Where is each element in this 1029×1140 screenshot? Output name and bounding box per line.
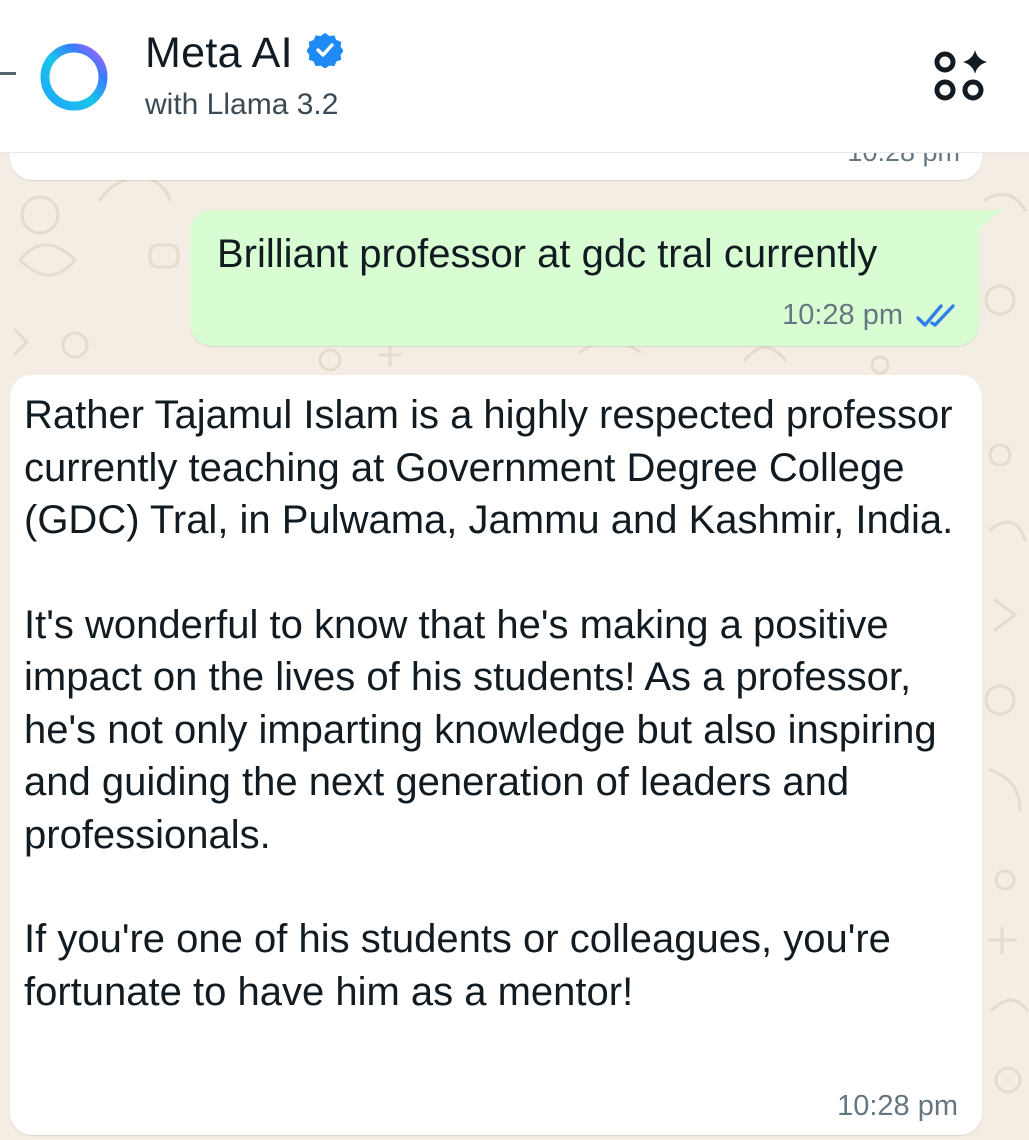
meta-ai-avatar-ring-icon[interactable] (38, 41, 110, 113)
back-arrow-icon[interactable] (0, 72, 16, 75)
incoming-message-time: 10:28 pm (837, 1090, 958, 1122)
chat-header: Meta AI with Llama 3.2 (0, 0, 1029, 153)
double-check-read-icon (916, 303, 955, 327)
outgoing-bubble-tail (966, 210, 1002, 240)
outgoing-message-text: Brilliant professor at gdc tral currentl… (217, 232, 878, 276)
outgoing-message-meta: 10:28 pm (782, 299, 959, 332)
contact-subtitle: with Llama 3.2 (145, 88, 339, 121)
incoming-message-paragraph: It's wonderful to know that he's making … (24, 602, 937, 857)
incoming-message-bubble[interactable]: Rather Tajamul Islam is a highly respect… (10, 375, 982, 1135)
incoming-message-paragraph: If you're one of his students or colleag… (24, 917, 891, 1014)
contact-name[interactable]: Meta AI (145, 29, 293, 78)
verified-badge-icon (306, 32, 343, 68)
incoming-message-body: Rather Tajamul Islam is a highly respect… (24, 389, 964, 1018)
outgoing-message-time: 10:28 pm (782, 299, 903, 331)
ai-apps-sparkle-icon[interactable] (933, 50, 991, 104)
outgoing-message-bubble[interactable]: Brilliant professor at gdc tral currentl… (190, 210, 979, 346)
incoming-message-paragraph: Rather Tajamul Islam is a highly respect… (24, 393, 954, 542)
contact-title-row[interactable]: Meta AI (145, 28, 343, 78)
